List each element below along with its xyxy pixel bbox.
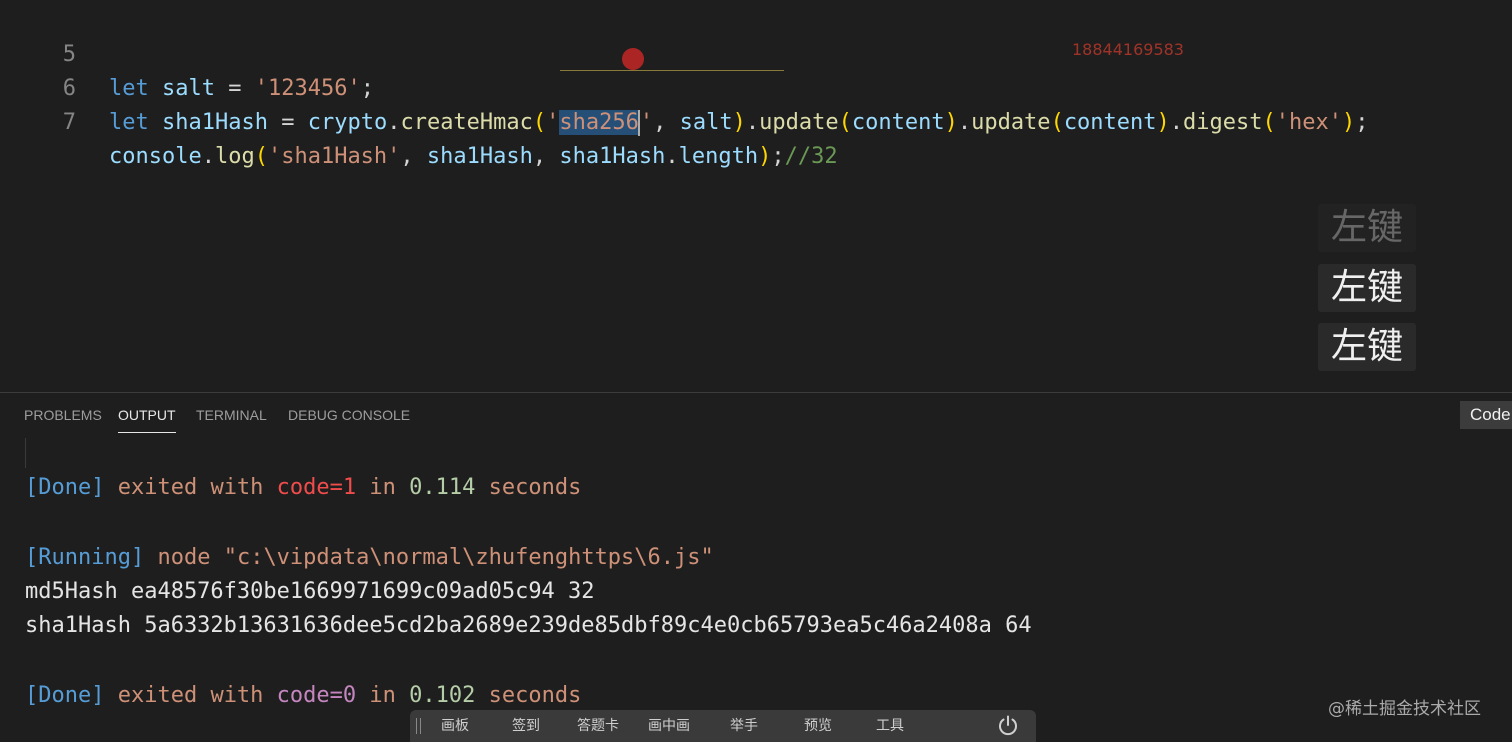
token-string: 'sha1Hash' [267, 144, 401, 169]
selected-text[interactable]: sha256 [559, 110, 639, 135]
output-line-done-1: [Done] exited with code=1 in 0.114 secon… [25, 471, 581, 505]
token-quote: ' [639, 110, 654, 135]
token-paren: ( [254, 144, 268, 169]
tab-terminal[interactable]: TERMINAL [196, 393, 267, 437]
toolbar-item-whiteboard[interactable]: 画板 [441, 710, 469, 742]
token-paren: ( [1262, 110, 1276, 135]
output-text: exited with [104, 683, 277, 708]
toolbar-item-preview[interactable]: 预览 [804, 710, 832, 742]
token-comment: //32 [784, 144, 838, 169]
output-line-done-2: [Done] exited with code=0 in 0.102 secon… [25, 679, 581, 713]
token-punct: , [532, 144, 560, 169]
token-paren: ( [1050, 110, 1064, 135]
token-paren: ( [838, 110, 852, 135]
token-punct: . [1169, 110, 1184, 135]
toolbar-item-checkin[interactable]: 签到 [512, 710, 540, 742]
token-punct: . [201, 144, 215, 169]
token-variable: sha1Hash [559, 144, 666, 169]
token-punct: . [665, 144, 679, 169]
toolbar-item-answer-card[interactable]: 答题卡 [577, 710, 619, 742]
tab-debug-console[interactable]: DEBUG CONSOLE [288, 393, 410, 437]
code-editor[interactable]: 5 let salt = '123456'; 6 let sha1Hash = … [0, 0, 1512, 392]
token-function: update [759, 110, 839, 135]
token-quote: ' [546, 110, 560, 135]
toolbar-item-raise-hand[interactable]: 举手 [730, 710, 758, 742]
token-variable: sha1Hash [148, 110, 268, 135]
tab-problems[interactable]: PROBLEMS [24, 393, 102, 437]
code-line-6[interactable]: 6 let sha1Hash = crypto.createHmac('sha2… [0, 38, 1369, 136]
token-function: log [214, 144, 255, 169]
token-variable: sha1Hash [426, 144, 533, 169]
running-tag: [Running] [25, 545, 145, 570]
token-paren: ) [1156, 110, 1170, 135]
output-line-sha1: sha1Hash 5a6332b13631636dee5cd2ba2689e23… [25, 613, 1032, 638]
output-text: in [356, 475, 410, 500]
panel-tabs: PROBLEMS OUTPUT TERMINAL DEBUG CONSOLE C… [0, 393, 1512, 437]
token-variable: salt [148, 76, 215, 101]
mouse-click-indicator [622, 48, 644, 70]
token-punct: , [653, 110, 680, 135]
bottom-panel: PROBLEMS OUTPUT TERMINAL DEBUG CONSOLE C… [0, 393, 1512, 740]
done-tag: [Done] [25, 683, 105, 708]
token-variable: salt [679, 110, 733, 135]
output-text: exited with [104, 475, 277, 500]
exit-code: code=0 [276, 683, 357, 708]
tab-output[interactable]: OUTPUT [118, 393, 176, 437]
token-punct: . [957, 110, 972, 135]
output-text: seconds [475, 683, 582, 708]
toolbar-item-picture-in-picture[interactable]: 画中画 [648, 710, 690, 742]
token-string: 'hex' [1275, 110, 1342, 135]
output-text: node [144, 545, 224, 570]
output-guide-line [25, 438, 26, 468]
token-operator: = [267, 110, 308, 135]
token-paren: ) [944, 110, 958, 135]
watermark-number: 18844169583 [1072, 40, 1184, 59]
output-line-md5: md5Hash ea48576f30be1669971699c09ad05c94… [25, 579, 595, 604]
token-punct: . [745, 110, 760, 135]
token-function: digest [1183, 110, 1263, 135]
watermark-credit: @稀土掘金技术社区 [1328, 699, 1481, 719]
token-paren: ) [758, 144, 772, 169]
done-tag: [Done] [25, 475, 105, 500]
token-punct: ; [1355, 110, 1369, 135]
token-property: length [678, 144, 759, 169]
line-number: 7 [62, 110, 76, 135]
output-text: seconds [475, 475, 582, 500]
elapsed-time: 0.114 [409, 475, 476, 500]
token-keyword: let [109, 76, 149, 101]
token-paren: ) [1342, 110, 1356, 135]
token-punct: . [387, 110, 401, 135]
token-function: createHmac [400, 110, 533, 135]
key-press-badge: 左键 [1318, 323, 1416, 371]
script-path: "c:\vipdata\normal\zhufenghttps\6.js" [223, 545, 714, 570]
exit-code: code=1 [276, 475, 357, 500]
token-keyword: let [109, 110, 149, 135]
token-punct: ; [771, 144, 785, 169]
code-line-5[interactable]: 5 let salt = '123456'; [0, 4, 374, 101]
token-punct: ; [360, 76, 374, 101]
key-press-badge: 左键 [1318, 264, 1416, 312]
code-line-7[interactable]: 7 console.log('sha1Hash', sha1Hash, sha1… [0, 72, 838, 169]
drag-handle-icon[interactable] [416, 718, 421, 734]
token-paren: ( [532, 110, 547, 135]
token-string: '123456' [254, 76, 361, 101]
power-icon[interactable] [996, 714, 1020, 738]
toolbar-item-tools[interactable]: 工具 [876, 710, 904, 742]
token-operator: = [214, 76, 255, 101]
output-text: in [356, 683, 410, 708]
token-function: update [971, 110, 1051, 135]
token-object: console [109, 144, 202, 169]
token-paren: ) [732, 110, 746, 135]
key-press-badge: 左键 [1318, 204, 1416, 252]
elapsed-time: 0.102 [409, 683, 476, 708]
output-line-running: [Running] node "c:\vipdata\normal\zhufen… [25, 541, 714, 575]
token-variable: content [1063, 110, 1157, 135]
token-object: crypto [307, 110, 388, 135]
output-channel-select[interactable]: Code [1460, 401, 1512, 429]
hint-underline [560, 70, 784, 71]
classroom-toolbar: 画板 签到 答题卡 画中画 举手 预览 工具 [410, 710, 1036, 742]
token-punct: , [400, 144, 427, 169]
token-variable: content [851, 110, 945, 135]
